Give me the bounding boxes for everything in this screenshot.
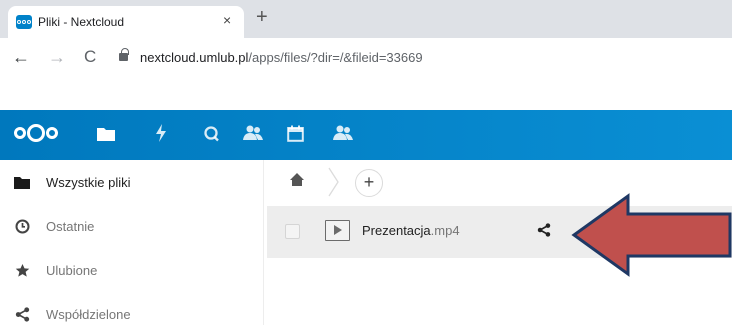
browser-toolbar: ← → C nextcloud.umlub.pl/apps/files/?dir… [0, 38, 732, 78]
files-icon[interactable] [95, 122, 117, 144]
sidebar-item-favorites[interactable]: Ulubione [0, 248, 264, 292]
reload-button[interactable]: C [84, 48, 96, 66]
sidebar-item-label: Ulubione [46, 262, 98, 278]
tab-title: Pliki - Nextcloud [38, 15, 125, 29]
calendar-icon[interactable] [284, 122, 306, 144]
address-bar[interactable]: nextcloud.umlub.pl/apps/files/?dir=/&fil… [140, 50, 423, 65]
search-icon[interactable] [200, 122, 222, 144]
new-tab-button[interactable]: + [256, 7, 268, 27]
sidebar-item-recent[interactable]: Ostatnie [0, 204, 264, 248]
file-extension: .mp4 [430, 223, 460, 238]
tab-close-icon[interactable]: × [223, 12, 231, 28]
share-icon [14, 306, 30, 322]
annotation-arrow-icon [571, 193, 732, 277]
share-icon[interactable] [537, 223, 551, 242]
files-sidebar: Wszystkie pliki Ostatnie Ulubione Współd… [0, 160, 264, 325]
forward-button[interactable]: → [48, 48, 66, 66]
lock-icon[interactable] [119, 48, 129, 61]
sidebar-item-all-files[interactable]: Wszystkie pliki [0, 160, 264, 204]
star-icon [14, 262, 30, 278]
clock-icon [14, 218, 30, 234]
sidebar-item-label: Ostatnie [46, 218, 95, 234]
url-path: /apps/files/?dir=/&fileid=33669 [248, 50, 423, 65]
nextcloud-logo-icon[interactable] [14, 124, 58, 142]
file-select-checkbox[interactable] [285, 224, 300, 239]
activity-icon[interactable] [150, 122, 172, 144]
sidebar-item-label: Wszystkie pliki [46, 174, 131, 190]
url-host: nextcloud.umlub.pl [140, 50, 249, 65]
breadcrumb-separator-icon [328, 167, 339, 197]
file-basename: Prezentacja [362, 223, 431, 238]
nextcloud-header [0, 110, 732, 160]
browser-tab-bar: Pliki - Nextcloud × + [0, 0, 732, 38]
home-icon[interactable] [289, 172, 305, 192]
contacts-icon[interactable] [242, 122, 264, 144]
file-name[interactable]: Prezentacja.mp4 [362, 223, 460, 238]
circles-icon[interactable] [332, 122, 354, 144]
video-file-icon[interactable] [325, 220, 350, 241]
sidebar-item-label: Współdzielone [46, 306, 131, 322]
nextcloud-favicon-icon [16, 15, 32, 29]
back-button[interactable]: ← [12, 48, 30, 66]
folder-icon [14, 174, 30, 190]
browser-tab[interactable]: Pliki - Nextcloud × [8, 6, 244, 38]
add-new-button[interactable]: + [355, 169, 383, 197]
sidebar-item-shared[interactable]: Współdzielone [0, 292, 264, 325]
